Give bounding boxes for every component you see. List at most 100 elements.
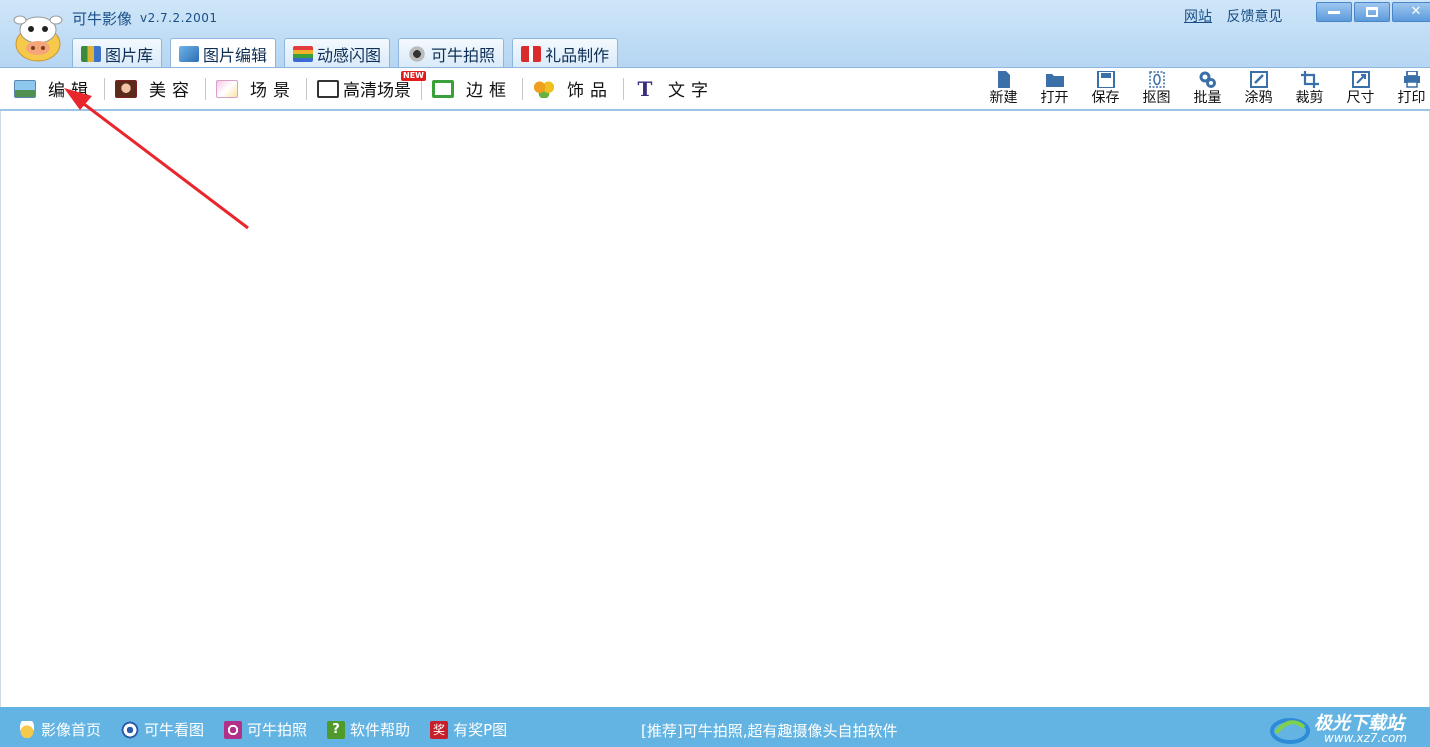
action-label: 打开 [1040, 90, 1069, 106]
tool-ornament[interactable]: 饰品 [533, 76, 613, 101]
print-button[interactable]: 打印 [1386, 71, 1430, 107]
crop-button[interactable]: 裁剪 [1284, 71, 1335, 107]
feedback-link[interactable]: 反馈意见 [1226, 9, 1282, 25]
action-label: 新建 [989, 90, 1018, 106]
tab-label: 图片编辑 [203, 45, 268, 65]
tool-categories: 编辑 美容 场景 高清场景 NEW 边框 饰品 T 文字 [14, 71, 714, 102]
separator [623, 77, 624, 100]
tool-scene[interactable]: 场景 [216, 76, 296, 101]
new-button[interactable]: 新建 [978, 71, 1029, 107]
recommend-link[interactable]: [推荐]可牛拍照,超有趣摄像头自拍软件 [641, 720, 897, 741]
minimize-icon [1328, 10, 1340, 14]
photo-edit-icon [179, 45, 200, 62]
editing-canvas[interactable] [0, 111, 1430, 707]
gift-icon [521, 45, 542, 62]
app-title: 可牛影像 [72, 10, 133, 28]
separator [522, 77, 523, 100]
cutout-icon [1148, 71, 1165, 88]
main-tabs: 图片库 图片编辑 动感闪图 可牛拍照 礼品制作 [72, 38, 626, 68]
minimize-button[interactable] [1316, 2, 1352, 22]
top-links: 网站 反馈意见 [1184, 6, 1292, 26]
camera-icon [224, 720, 243, 739]
status-label: 影像首页 [41, 721, 102, 739]
tool-label: 文字 [668, 81, 714, 101]
flash-icon [293, 45, 314, 62]
tab-flash[interactable]: 动感闪图 [284, 38, 391, 68]
cutout-button[interactable]: 抠图 [1131, 71, 1182, 107]
viewer-link[interactable]: 可牛看图 [121, 719, 204, 740]
action-label: 保存 [1091, 90, 1120, 106]
webcam-icon [407, 45, 428, 62]
eye-icon [121, 720, 140, 739]
landscape-icon [14, 79, 36, 98]
action-label: 批量 [1193, 90, 1222, 106]
tool-label: 编辑 [48, 81, 94, 101]
tool-label: 场景 [250, 81, 296, 101]
tool-frame[interactable]: 边框 [432, 76, 512, 101]
watermark-url: www.xz7.com [1324, 731, 1407, 745]
tool-label: 边框 [466, 81, 512, 101]
status-bar: 影像首页 可牛看图 可牛拍照 ? 软件帮助 奖 有奖P图 [推荐]可牛拍照,超有… [0, 707, 1430, 747]
tool-label: 饰品 [567, 81, 613, 101]
help-link[interactable]: ? 软件帮助 [327, 719, 410, 740]
save-icon [1096, 71, 1115, 88]
file-actions: 新建 打开 保存 抠图 批量 涂鸦 裁剪 尺寸 打印 [978, 71, 1430, 107]
new-badge: NEW [401, 71, 426, 81]
action-label: 裁剪 [1295, 90, 1324, 106]
tab-photo-edit[interactable]: 图片编辑 [170, 38, 277, 68]
edit-toolbar: 编辑 美容 场景 高清场景 NEW 边框 饰品 T 文字 新建 打开 保存 抠图… [0, 67, 1430, 111]
window-controls: ✕ [1316, 2, 1430, 22]
separator [205, 77, 206, 100]
prize-icon: 奖 [430, 720, 449, 739]
action-label: 打印 [1397, 90, 1426, 106]
batch-gear-icon [1199, 71, 1216, 88]
close-icon: ✕ [1410, 4, 1422, 19]
tool-beauty[interactable]: 美容 [115, 76, 195, 101]
camera-link[interactable]: 可牛拍照 [224, 719, 307, 740]
status-links: 影像首页 可牛看图 可牛拍照 ? 软件帮助 奖 有奖P图 [18, 719, 527, 740]
tab-label: 图片库 [105, 45, 154, 65]
app-version: v2.7.2.2001 [140, 11, 218, 25]
aurora-logo-icon [1270, 718, 1310, 744]
prize-link[interactable]: 奖 有奖P图 [430, 719, 507, 740]
website-link[interactable]: 网站 [1184, 9, 1212, 25]
tool-hd-scene[interactable]: 高清场景 NEW [317, 71, 426, 101]
folder-open-icon [1045, 74, 1064, 87]
tool-edit[interactable]: 编辑 [14, 76, 94, 101]
help-icon: ? [327, 720, 346, 739]
portrait-icon [115, 79, 137, 98]
maximize-icon [1366, 7, 1378, 17]
status-label: 软件帮助 [350, 721, 411, 739]
hd-scene-icon [317, 79, 339, 98]
separator [306, 77, 307, 100]
tool-text[interactable]: T 文字 [634, 76, 714, 102]
tab-label: 可牛拍照 [431, 45, 496, 65]
resize-button[interactable]: 尺寸 [1335, 71, 1386, 107]
new-file-icon [997, 71, 1010, 88]
tool-label: 美容 [149, 81, 195, 101]
doodle-button[interactable]: 涂鸦 [1233, 71, 1284, 107]
action-label: 尺寸 [1346, 90, 1375, 106]
tab-gift[interactable]: 礼品制作 [512, 38, 619, 68]
save-button[interactable]: 保存 [1080, 71, 1131, 107]
tab-label: 动感闪图 [317, 45, 382, 65]
tab-webcam[interactable]: 可牛拍照 [398, 38, 505, 68]
home-link[interactable]: 影像首页 [18, 719, 101, 740]
close-button[interactable]: ✕ [1392, 2, 1430, 22]
cow-icon [18, 720, 36, 739]
open-button[interactable]: 打开 [1029, 71, 1080, 107]
scene-icon [216, 79, 238, 98]
text-icon: T [637, 76, 653, 101]
watermark-logo: 极光下载站 www.xz7.com [1270, 709, 1430, 747]
resize-icon [1351, 71, 1370, 88]
maximize-button[interactable] [1354, 2, 1390, 22]
batch-button[interactable]: 批量 [1182, 71, 1233, 107]
action-label: 涂鸦 [1244, 90, 1273, 106]
ornament-icon [533, 79, 555, 98]
status-label: 有奖P图 [453, 721, 508, 739]
print-icon [1403, 71, 1420, 88]
title-bar: 可牛影像 v2.7.2.2001 网站 反馈意见 ✕ 图片库 图片编辑 动感闪图 [0, 0, 1430, 68]
tab-gallery[interactable]: 图片库 [72, 38, 163, 68]
status-label: 可牛看图 [144, 721, 205, 739]
doodle-icon [1249, 71, 1268, 88]
